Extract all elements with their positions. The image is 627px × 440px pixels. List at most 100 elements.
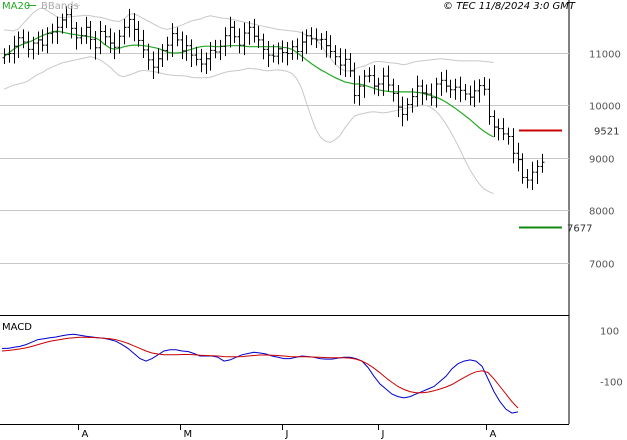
price-bar xyxy=(151,51,156,80)
price-bar xyxy=(540,153,545,173)
price-bar xyxy=(386,65,391,92)
macd-axis-labels: 100 -100 xyxy=(600,327,623,389)
price-bars xyxy=(2,4,545,191)
price-bar xyxy=(415,75,420,107)
price-bar xyxy=(194,46,199,66)
price-bar xyxy=(218,39,223,61)
price-bar xyxy=(40,29,45,52)
price-tick-label: 8000 xyxy=(589,207,614,218)
price-bar xyxy=(496,118,501,141)
legend: MA20 BBands xyxy=(2,1,80,12)
price-bar xyxy=(444,69,449,93)
price-bar xyxy=(424,84,429,101)
ma20-line xyxy=(3,30,494,138)
price-bar xyxy=(88,21,93,50)
price-bar xyxy=(516,142,521,172)
price-bar xyxy=(74,22,79,50)
price-bar xyxy=(501,118,506,141)
price-bar xyxy=(146,43,151,70)
price-bar xyxy=(103,25,108,45)
price-bar xyxy=(448,79,453,98)
price-bar xyxy=(362,69,367,98)
price-bar xyxy=(122,18,127,45)
support-label: 7677 xyxy=(567,224,592,235)
price-bar xyxy=(295,38,300,60)
month-label: A xyxy=(82,429,89,440)
price-bar xyxy=(36,31,41,55)
price-tick-label: 9000 xyxy=(589,155,614,166)
price-bar xyxy=(453,78,458,100)
price-bar xyxy=(175,27,180,47)
price-bar xyxy=(232,21,237,44)
price-bar xyxy=(439,71,444,96)
macd-title: MACD xyxy=(2,322,32,333)
price-bar xyxy=(213,39,218,59)
price-bar xyxy=(405,98,410,121)
price-bar xyxy=(372,65,377,95)
price-bar xyxy=(535,160,540,185)
price-bar xyxy=(482,77,487,96)
price-bar xyxy=(400,96,405,127)
price-bar xyxy=(357,75,362,106)
price-bar xyxy=(468,85,473,106)
price-bar xyxy=(376,77,381,97)
price-bar xyxy=(367,67,372,83)
price-bar xyxy=(247,21,252,45)
price-bar xyxy=(204,52,209,75)
price-bar xyxy=(21,29,26,49)
price-bar xyxy=(156,48,161,74)
month-label: A xyxy=(490,429,497,440)
price-bar xyxy=(55,16,60,44)
price-bar xyxy=(136,21,141,47)
price-bar xyxy=(300,31,305,62)
chart-frame xyxy=(0,0,570,425)
price-bar xyxy=(45,27,50,54)
price-bar xyxy=(506,127,511,145)
macd-line xyxy=(2,333,519,414)
price-bar xyxy=(242,22,247,56)
price-tick-label: 10000 xyxy=(589,102,621,113)
price-bar xyxy=(184,35,189,61)
price-bar xyxy=(338,48,343,76)
price-bar xyxy=(228,16,233,48)
price-bar xyxy=(328,35,333,58)
price-bar xyxy=(2,48,7,65)
price-bar xyxy=(117,29,122,54)
price-bar xyxy=(520,153,525,184)
price-bar xyxy=(256,25,261,49)
price-bar xyxy=(333,45,338,65)
price-bar xyxy=(108,28,113,54)
price-bar xyxy=(165,36,170,61)
month-label: M xyxy=(184,429,193,440)
price-bar xyxy=(93,30,98,60)
month-label: J xyxy=(381,429,385,440)
bbands-upper-line xyxy=(3,7,494,72)
price-bar xyxy=(458,76,463,103)
price-bar xyxy=(160,44,165,67)
resistance-label: 9521 xyxy=(594,127,619,138)
price-bar xyxy=(132,13,137,42)
price-bar xyxy=(434,77,439,108)
price-bar xyxy=(84,16,89,44)
price-bar xyxy=(348,53,353,78)
price-bar xyxy=(127,8,132,38)
price-bar xyxy=(304,29,309,54)
price-bar xyxy=(314,28,319,49)
price-tick-label: 11000 xyxy=(589,50,621,61)
price-bar xyxy=(391,78,396,102)
price-bar xyxy=(60,13,65,34)
price-gridlines xyxy=(0,53,569,264)
chart-credit: © TEC 11/8/2024 3:0 GMT xyxy=(443,1,576,12)
macd-tick-label: 100 xyxy=(600,327,619,338)
legend-ma-label: MA20 xyxy=(2,1,30,12)
price-bar xyxy=(223,27,228,57)
price-bar xyxy=(16,31,21,59)
price-bar xyxy=(472,80,477,108)
price-bar xyxy=(252,18,257,43)
price-bar xyxy=(280,40,285,63)
price-bar xyxy=(487,78,492,125)
price-bar xyxy=(492,110,497,138)
price-bar xyxy=(237,28,242,54)
price-bar xyxy=(511,128,516,164)
stock-chart: 11000 10000 9000 8000 7000 9521 7677 MA20 BBa… xyxy=(0,0,623,440)
